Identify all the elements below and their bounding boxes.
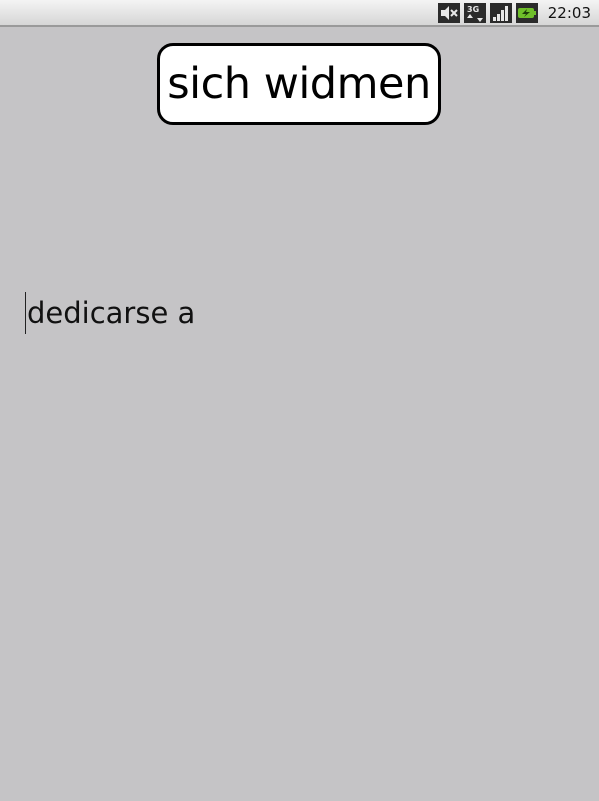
word-text: sich widmen	[167, 59, 431, 109]
answer-input[interactable]: dedicarse a	[25, 292, 195, 334]
signal-strength-icon	[489, 3, 512, 23]
volume-muted-icon	[437, 3, 460, 23]
battery-charging-icon	[515, 3, 538, 23]
text-cursor	[25, 292, 26, 334]
3g-data-icon: 3G	[463, 3, 486, 23]
status-time: 22:03	[547, 4, 591, 22]
word-card[interactable]: sich widmen	[157, 43, 441, 125]
status-bar: 3G 22:03	[0, 0, 599, 27]
answer-text: dedicarse a	[27, 296, 196, 330]
svg-text:3G: 3G	[467, 5, 479, 14]
status-icons: 3G 22:03	[437, 3, 591, 23]
